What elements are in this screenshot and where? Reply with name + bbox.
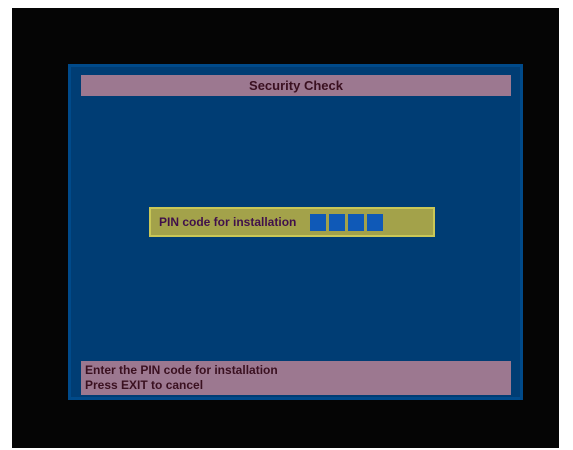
tv-screen: Security Check PIN code for installation… xyxy=(12,8,559,448)
pin-digit-group[interactable] xyxy=(310,213,384,231)
pin-entry-box[interactable]: PIN code for installation xyxy=(149,207,435,237)
pin-entry-label: PIN code for installation xyxy=(159,215,297,229)
help-bar: Enter the PIN code for installation Pres… xyxy=(81,361,511,395)
dialog-title: Security Check xyxy=(81,75,511,96)
pin-digit-slot[interactable] xyxy=(367,213,384,231)
pin-digit-slot[interactable] xyxy=(329,213,346,231)
security-check-dialog: Security Check PIN code for installation… xyxy=(68,64,523,400)
help-text-exit: Press EXIT to cancel xyxy=(85,378,204,392)
help-text-enter-pin: Enter the PIN code for installation xyxy=(85,363,278,377)
pin-digit-slot[interactable] xyxy=(348,213,365,231)
pin-digit-slot[interactable] xyxy=(310,213,327,231)
